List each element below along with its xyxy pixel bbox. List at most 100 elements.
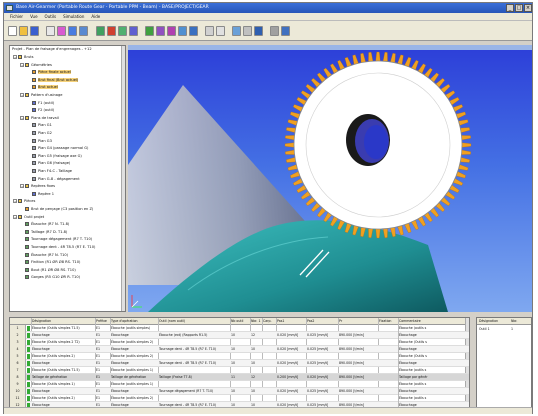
column-header[interactable]: Nbr. 1 xyxy=(250,318,261,325)
tree-item[interactable]: Tournage dégagement (R7 T. T10) xyxy=(20,237,92,242)
column-header[interactable]: Type d'opération xyxy=(110,318,157,325)
menu-item[interactable]: Simulation xyxy=(63,14,84,19)
tree-item[interactable]: − Géométries xyxy=(20,62,52,68)
tree-item[interactable]: Brut final (Brut actuel) xyxy=(27,77,79,83)
tree-item[interactable]: Plan G3 xyxy=(27,138,52,144)
export-icon[interactable] xyxy=(189,26,198,36)
list-icon[interactable] xyxy=(243,26,252,36)
paste-icon[interactable] xyxy=(68,26,77,36)
tool-list-panel[interactable]: Désignation Nbr. Outil 1 1 xyxy=(476,317,532,414)
column-header[interactable]: Fixation xyxy=(378,318,397,325)
copy-icon[interactable] xyxy=(57,26,66,36)
tool-list-cell[interactable]: Outil 1 xyxy=(479,326,490,333)
table-row[interactable]: 2 Ébauchage E1 Ébauchage Ébauche (ext) (Rapp… xyxy=(10,332,469,339)
zoom-icon[interactable] xyxy=(232,26,241,36)
column-header[interactable]: Pas1 xyxy=(276,318,305,325)
tree-item[interactable]: Plan G2 xyxy=(27,131,52,136)
tool-list-cell[interactable]: 1 xyxy=(511,326,513,333)
tree-item[interactable]: − Bruts xyxy=(13,55,34,60)
tree-item[interactable]: − Pattern d'usinage xyxy=(20,93,62,98)
grid-icon[interactable] xyxy=(216,26,225,36)
tool-list-column-header[interactable]: Nbr. xyxy=(511,318,517,325)
column-header[interactable]: Pr xyxy=(338,318,377,325)
tree-item[interactable]: Bout (R1 ØR Ø8 RS. T10) xyxy=(20,267,76,273)
tree-item[interactable]: Plan G4 (passage normal G) xyxy=(27,146,88,151)
column-header[interactable]: Outil (nom outil) xyxy=(158,318,229,325)
close-button[interactable]: × xyxy=(524,4,532,12)
help-icon[interactable] xyxy=(281,26,290,36)
tree-item[interactable]: Repère 1 xyxy=(27,191,54,197)
table-row[interactable]: 1 Ébauche (Outils simples T1.5) E1 Ébauche … xyxy=(10,325,469,332)
table-row[interactable]: 6 Ébauchage E1 Ébauchage Tournage dent - 4R … xyxy=(10,360,469,367)
table-row[interactable]: 11 Ébauche (Outils simples 2) E1 Ébauche (o… xyxy=(10,395,469,402)
table-row[interactable]: 5 Ébauche (Outils simples 2) E1 Ébauche (ou… xyxy=(10,353,469,360)
column-header[interactable]: Nb outil xyxy=(230,318,249,325)
tool-icon[interactable] xyxy=(96,26,105,36)
table-row[interactable]: 4 Ébauchage E1 Ébauchage Tournage dent - 4R … xyxy=(10,346,469,353)
table-row[interactable]: 7 Ébauche (Outils simples T1.5) E1 Ébauche … xyxy=(10,367,469,374)
settings-icon[interactable] xyxy=(205,26,214,36)
table-icon[interactable] xyxy=(254,26,263,36)
tree-expander-icon[interactable]: − xyxy=(13,214,17,219)
tool-list-column-header[interactable]: Désignation xyxy=(479,318,498,325)
tool-path-icon[interactable] xyxy=(167,26,176,36)
tree-item[interactable]: Plan G6 (fraisage) xyxy=(27,161,70,166)
tree-item[interactable]: Brut actuel xyxy=(27,85,58,90)
tree-expander-icon[interactable]: − xyxy=(13,55,17,59)
operation-icon[interactable] xyxy=(156,26,165,36)
tree-item[interactable]: − Repères fixes xyxy=(20,184,55,189)
tree-expander-icon[interactable]: − xyxy=(20,115,24,120)
minimize-button[interactable]: _ xyxy=(506,4,514,12)
sequence-icon[interactable] xyxy=(178,26,187,36)
view-icon[interactable] xyxy=(129,26,138,36)
column-header[interactable]: Carp. xyxy=(262,318,275,325)
table-row[interactable]: 10 Ébauchage E1 Ébauchage Tournage dégagemen… xyxy=(10,388,469,395)
column-header[interactable]: Préfixe xyxy=(95,318,109,325)
tree-item[interactable]: Ébauche (R7 N. T10) xyxy=(20,252,68,258)
column-header[interactable]: Désignation xyxy=(31,318,94,325)
tree-item[interactable]: Brut de perçage (C3 position en Z) xyxy=(20,207,93,212)
tree-expander-icon[interactable]: − xyxy=(20,62,24,67)
tree-item[interactable]: Gorges (R5 G10 ØR R. T10) xyxy=(20,275,80,280)
menu-item[interactable]: Outils xyxy=(45,14,57,19)
tree-item[interactable]: Ébauche (R7 N. T1.8) xyxy=(20,222,69,227)
open-icon[interactable] xyxy=(19,26,28,36)
column-header[interactable]: Pas2 xyxy=(306,318,337,325)
tree-item[interactable]: Plan F4-C - Taillage xyxy=(27,169,72,174)
menu-item[interactable]: Fichier xyxy=(10,14,23,19)
menu-item[interactable]: Vue xyxy=(30,14,37,19)
3d-viewport[interactable] xyxy=(128,45,532,312)
cut-icon[interactable] xyxy=(46,26,55,36)
simulate-icon[interactable] xyxy=(145,26,154,36)
undo-icon[interactable] xyxy=(107,26,116,36)
tree-item[interactable]: − Plans de travail xyxy=(20,115,59,121)
tree-item[interactable]: F2 (outil) xyxy=(27,108,54,113)
project-tree[interactable]: Projet - Plan de fraisage d'engrenages -… xyxy=(9,45,126,312)
menu-item[interactable]: Aide xyxy=(91,14,100,19)
tree-item[interactable]: − Pièces xyxy=(13,199,35,204)
tree-scrollbar[interactable] xyxy=(121,46,125,311)
print-icon[interactable] xyxy=(79,26,88,36)
maximize-button[interactable]: □ xyxy=(515,4,523,12)
tree-item[interactable]: Taillage (R7 D. T1.8) xyxy=(20,229,67,235)
tree-item[interactable]: Plan G5 (fraisage axe G) xyxy=(27,153,82,159)
tree-item[interactable]: Finition (R1 ØR Ø8 RS. T10) xyxy=(20,260,80,265)
tree-expander-icon[interactable]: − xyxy=(20,184,24,189)
table-row[interactable]: 9 Ébauche (Outils simples 1) E1 Ébauche (ou… xyxy=(10,381,469,388)
redo-icon[interactable] xyxy=(118,26,127,36)
save-icon[interactable] xyxy=(30,26,39,36)
tree-item[interactable]: Plan G-8 - dégagement xyxy=(27,176,80,182)
tree-expander-icon[interactable]: − xyxy=(20,93,24,97)
table-row[interactable]: 3 Ébauche (Outils simples 2 T2) E1 Ébauche … xyxy=(10,339,469,346)
table-row[interactable]: 8 Taillage de génération E1 Taillage de gén… xyxy=(10,374,469,381)
tree-item[interactable]: Plan G1 xyxy=(27,123,52,128)
new-icon[interactable] xyxy=(8,26,17,36)
tree-item[interactable]: Pièce finale actuel xyxy=(27,70,71,75)
column-header[interactable]: Commentaire xyxy=(398,318,464,325)
tree-item[interactable]: F1 (outil) xyxy=(27,100,54,106)
tree-item[interactable]: Tournage dent - 4R T8.5 (R7 E. T10) xyxy=(20,245,95,250)
operations-table[interactable]: Désignation Préfixe Type d'opération Outil … xyxy=(9,317,470,414)
tree-expander-icon[interactable]: − xyxy=(13,199,17,204)
filter-icon[interactable] xyxy=(270,26,279,36)
tree-item[interactable]: − Outil projet xyxy=(13,214,44,220)
